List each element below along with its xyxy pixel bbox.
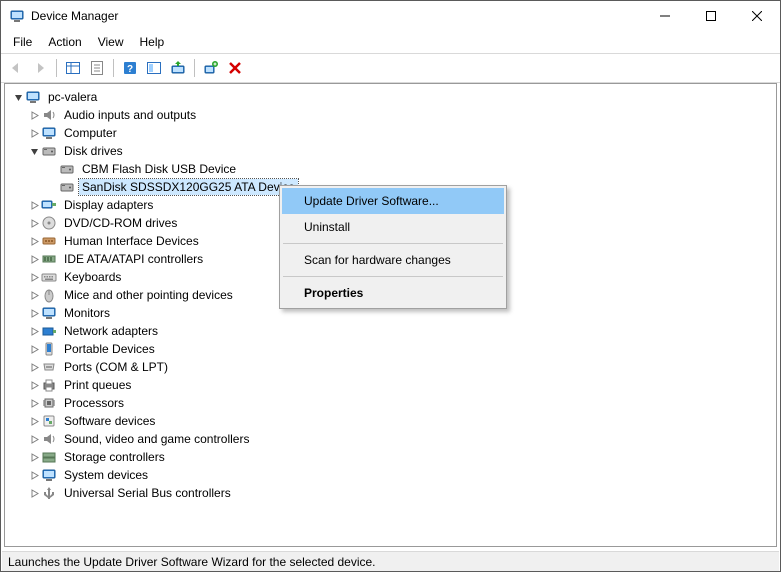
tree-category-network[interactable]: Network adapters — [5, 322, 776, 340]
forward-button — [29, 57, 51, 79]
mouse-icon — [41, 287, 57, 303]
menu-action[interactable]: Action — [40, 33, 89, 51]
chevron-down-icon[interactable] — [27, 144, 41, 158]
toolbar: ? — [1, 54, 780, 83]
tree-category-system[interactable]: System devices — [5, 466, 776, 484]
window-controls — [642, 1, 780, 31]
chevron-right-icon[interactable] — [27, 486, 41, 500]
tree-category-sound[interactable]: Sound, video and game controllers — [5, 430, 776, 448]
toolbar-separator — [113, 59, 114, 77]
titlebar: Device Manager — [1, 1, 780, 31]
minimize-button[interactable] — [642, 1, 688, 31]
chevron-down-icon[interactable] — [11, 90, 25, 104]
system-device-icon — [41, 467, 57, 483]
printer-icon — [41, 377, 57, 393]
tree-root-label: pc-valera — [45, 89, 100, 105]
chevron-right-icon[interactable] — [27, 324, 41, 338]
monitor-icon — [41, 125, 57, 141]
tree-root[interactable]: pc-valera — [5, 88, 776, 106]
app-icon — [9, 8, 25, 24]
tree-category-software[interactable]: Software devices — [5, 412, 776, 430]
display-adapter-icon — [41, 197, 57, 213]
help-button[interactable]: ? — [119, 57, 141, 79]
chevron-right-icon[interactable] — [27, 468, 41, 482]
chevron-right-icon[interactable] — [27, 378, 41, 392]
tree-category-usb[interactable]: Universal Serial Bus controllers — [5, 484, 776, 502]
update-driver-button[interactable] — [167, 57, 189, 79]
uninstall-button[interactable] — [200, 57, 222, 79]
computer-icon — [25, 89, 41, 105]
portable-device-icon — [41, 341, 57, 357]
chevron-right-icon[interactable] — [27, 396, 41, 410]
chevron-right-icon[interactable] — [27, 198, 41, 212]
toolbar-separator — [194, 59, 195, 77]
chevron-right-icon[interactable] — [27, 414, 41, 428]
port-icon — [41, 359, 57, 375]
tree-category-audio[interactable]: Audio inputs and outputs — [5, 106, 776, 124]
chevron-right-icon[interactable] — [27, 126, 41, 140]
context-menu-separator — [283, 243, 503, 244]
action-center-button[interactable] — [143, 57, 165, 79]
chevron-right-icon[interactable] — [27, 270, 41, 284]
processor-icon — [41, 395, 57, 411]
chevron-right-icon[interactable] — [27, 252, 41, 266]
properties-button[interactable] — [86, 57, 108, 79]
tree-category-print[interactable]: Print queues — [5, 376, 776, 394]
menu-help[interactable]: Help — [132, 33, 173, 51]
svg-text:?: ? — [127, 64, 133, 75]
chevron-right-icon[interactable] — [27, 432, 41, 446]
context-menu-separator — [283, 276, 503, 277]
tree-item-disk-cbm[interactable]: CBM Flash Disk USB Device — [5, 160, 776, 178]
sound-controller-icon — [41, 431, 57, 447]
tree-category-processors[interactable]: Processors — [5, 394, 776, 412]
tree-category-storage[interactable]: Storage controllers — [5, 448, 776, 466]
hid-icon — [41, 233, 57, 249]
keyboard-icon — [41, 269, 57, 285]
context-menu-properties[interactable]: Properties — [282, 280, 504, 306]
chevron-right-icon[interactable] — [27, 108, 41, 122]
chevron-right-icon[interactable] — [27, 450, 41, 464]
ide-controller-icon — [41, 251, 57, 267]
maximize-button[interactable] — [688, 1, 734, 31]
disable-button[interactable] — [224, 57, 246, 79]
usb-icon — [41, 485, 57, 501]
status-text: Launches the Update Driver Software Wiza… — [8, 555, 376, 569]
chevron-right-icon[interactable] — [27, 234, 41, 248]
chevron-right-icon[interactable] — [27, 360, 41, 374]
tree-category-ports[interactable]: Ports (COM & LPT) — [5, 358, 776, 376]
chevron-right-icon[interactable] — [27, 306, 41, 320]
dvd-drive-icon — [41, 215, 57, 231]
back-button — [5, 57, 27, 79]
context-menu: Update Driver Software... Uninstall Scan… — [279, 185, 507, 309]
device-tree-pane[interactable]: pc-valera Audio inputs and outputs Compu… — [4, 83, 777, 547]
context-menu-scan[interactable]: Scan for hardware changes — [282, 247, 504, 273]
tree-category-portable[interactable]: Portable Devices — [5, 340, 776, 358]
menu-file[interactable]: File — [5, 33, 40, 51]
monitor-icon — [41, 305, 57, 321]
disk-drive-icon — [59, 161, 75, 177]
window-title: Device Manager — [31, 9, 642, 23]
statusbar: Launches the Update Driver Software Wiza… — [2, 551, 779, 571]
context-menu-uninstall[interactable]: Uninstall — [282, 214, 504, 240]
disk-drive-icon — [59, 179, 75, 195]
chevron-right-icon[interactable] — [27, 216, 41, 230]
chevron-right-icon[interactable] — [27, 288, 41, 302]
speaker-icon — [41, 107, 57, 123]
menubar: File Action View Help — [1, 31, 780, 54]
context-menu-update-driver[interactable]: Update Driver Software... — [282, 188, 504, 214]
software-device-icon — [41, 413, 57, 429]
tree-category-disk[interactable]: Disk drives — [5, 142, 776, 160]
close-button[interactable] — [734, 1, 780, 31]
show-hide-console-button[interactable] — [62, 57, 84, 79]
network-adapter-icon — [41, 323, 57, 339]
tree-category-computer[interactable]: Computer — [5, 124, 776, 142]
menu-view[interactable]: View — [90, 33, 132, 51]
disk-drive-icon — [41, 143, 57, 159]
storage-controller-icon — [41, 449, 57, 465]
toolbar-separator — [56, 59, 57, 77]
chevron-right-icon[interactable] — [27, 342, 41, 356]
